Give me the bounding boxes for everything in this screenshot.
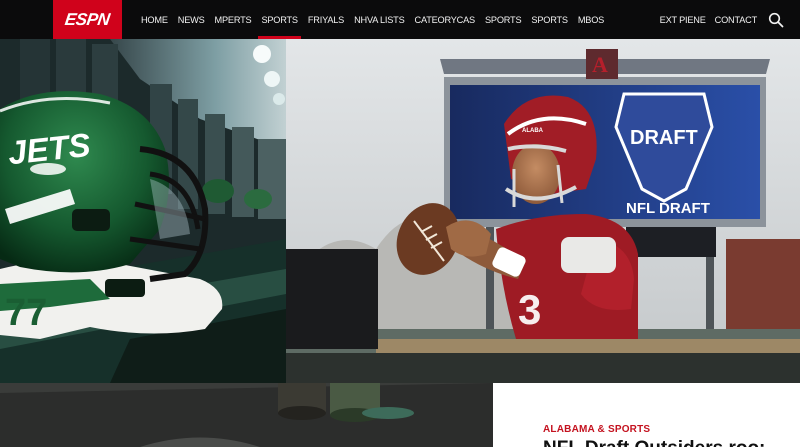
article-kicker[interactable]: ALABAMA & SPORTS — [543, 424, 650, 435]
nav-item-ext-piene[interactable]: EXT PIENE — [660, 0, 706, 39]
svg-text:A: A — [592, 52, 608, 77]
nav-item-sports-3[interactable]: SPORTS — [531, 0, 568, 39]
nav-item-sports-active[interactable]: SPORTS — [258, 0, 302, 39]
search-icon[interactable] — [766, 12, 784, 28]
nav-item-contact[interactable]: CONTACT — [715, 0, 758, 39]
article-headline[interactable]: NFL Draft Outsiders roo: — [543, 438, 765, 447]
nav-item-mbos[interactable]: MBOS — [578, 0, 604, 39]
espn-logo-text: ESPN — [64, 9, 112, 29]
player-helmet-text: ALABA — [522, 128, 544, 134]
hero-image-alabama-quarterback[interactable]: A DRAFT NFL DRAFT 3 ALABA — [286, 39, 800, 383]
quarterback-illustration: A DRAFT NFL DRAFT 3 ALABA — [286, 39, 800, 383]
nav-item-home[interactable]: HOME — [141, 0, 168, 39]
scoreboard-nfl-draft-text: NFL DRAFT — [626, 200, 710, 217]
hero-image-jets-helmet[interactable]: 77 JETS — [0, 39, 286, 383]
nav-item-sports-2[interactable]: SPORTS — [485, 0, 522, 39]
main-nav: HOME NEWS MPERTS SPORTS FRIYALS NHVA LIS… — [141, 0, 614, 39]
top-navigation-bar: ESPN HOME NEWS MPERTS SPORTS FRIYALS NHV… — [0, 0, 800, 39]
scoreboard-draft-text: DRAFT — [630, 127, 698, 149]
espn-logo[interactable]: ESPN — [53, 0, 122, 39]
poker-chips-illustration — [0, 383, 493, 447]
hero-image-poker-chips[interactable] — [0, 383, 493, 447]
nav-item-nhva-lists[interactable]: NHVA LISTS — [354, 0, 405, 39]
nav-item-friyals[interactable]: FRIYALS — [308, 0, 344, 39]
svg-text:3: 3 — [518, 286, 541, 333]
article-card[interactable]: ALABAMA & SPORTS NFL Draft Outsiders roo… — [493, 383, 800, 447]
nav-item-mperts[interactable]: MPERTS — [215, 0, 252, 39]
nav-item-news[interactable]: NEWS — [178, 0, 205, 39]
nav-item-cateorycas[interactable]: CATEORYCAS — [415, 0, 476, 39]
nav-right: EXT PIENE CONTACT — [660, 0, 784, 39]
jersey-number: 77 — [5, 292, 47, 334]
jets-helmet-illustration: 77 JETS — [0, 39, 286, 383]
